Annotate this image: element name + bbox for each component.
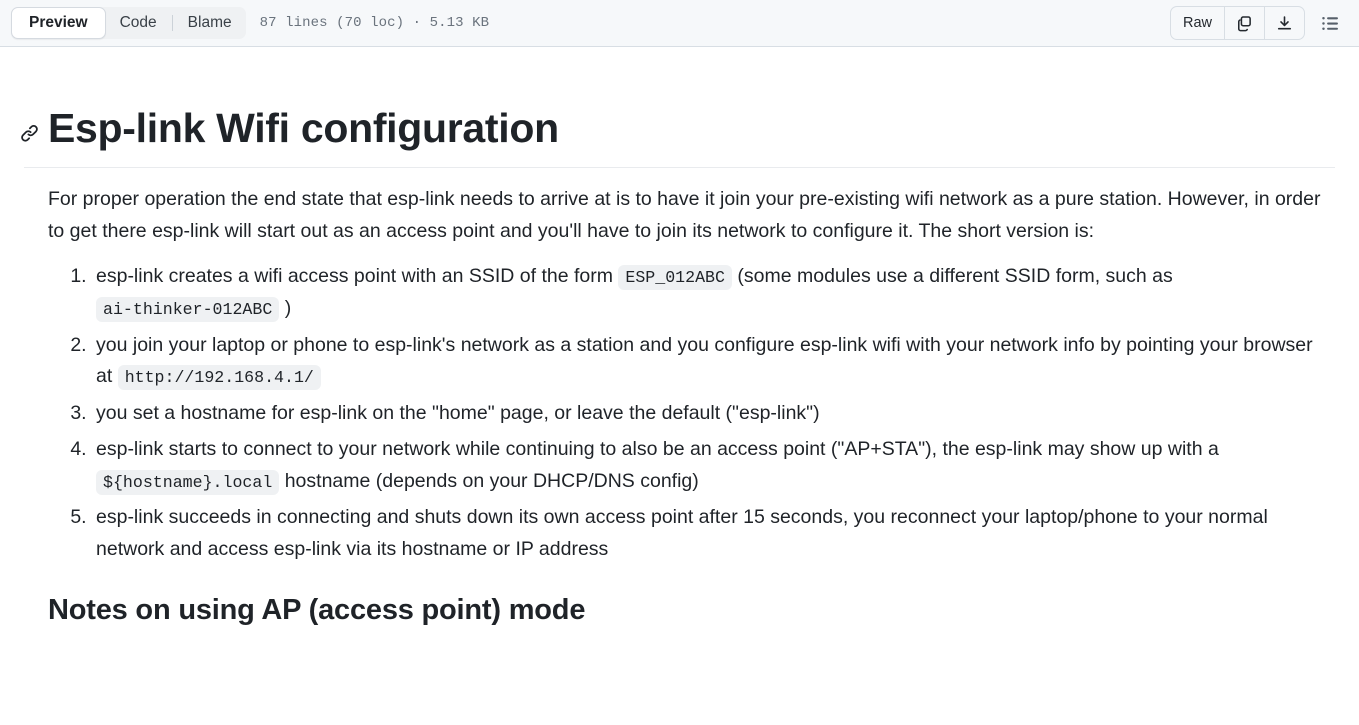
view-mode-segmented-control: Preview Code Blame (11, 7, 246, 39)
tab-blame[interactable]: Blame (174, 7, 246, 39)
download-icon (1276, 15, 1293, 32)
raw-button[interactable]: Raw (1171, 7, 1224, 39)
list-item: esp-link starts to connect to your netwo… (92, 434, 1327, 497)
outline-list-icon (1321, 14, 1340, 33)
markdown-preview-body: Esp-link Wifi configuration For proper o… (0, 103, 1359, 627)
tab-code[interactable]: Code (106, 7, 171, 39)
list-item: esp-link succeeds in connecting and shut… (92, 502, 1327, 565)
tab-code-label: Code (119, 14, 157, 31)
code-ssid-aithinker: ai-thinker-012ABC (96, 296, 280, 322)
tab-preview-label: Preview (29, 14, 88, 31)
raw-button-label: Raw (1182, 15, 1212, 31)
code-ssid-esp: ESP_012ABC (618, 265, 732, 291)
step-text-mid: (some modules use a different SSID form,… (731, 265, 1173, 288)
code-default-url: http://192.168.4.1/ (117, 365, 321, 391)
page-title: Esp-link Wifi configuration (20, 103, 1335, 169)
step-text-pre: you set a hostname for esp-link on the "… (96, 401, 820, 424)
step-text-pre: esp-link creates a wifi access point wit… (96, 265, 619, 288)
link-icon[interactable] (18, 122, 40, 144)
list-item: you join your laptop or phone to esp-lin… (92, 330, 1327, 393)
list-item: you set a hostname for esp-link on the "… (92, 398, 1327, 430)
download-raw-file-button[interactable] (1264, 7, 1304, 39)
code-hostname-local: ${hostname}.local (96, 469, 280, 495)
section-heading-ap-mode: Notes on using AP (access point) mode (48, 593, 586, 626)
file-actions-button-group: Raw (1169, 6, 1305, 40)
page-title-text: Esp-link Wifi configuration (48, 105, 559, 151)
toolbar-actions: Raw (1169, 6, 1347, 40)
intro-paragraph: For proper operation the end state that … (48, 188, 1321, 242)
copy-icon (1236, 15, 1253, 32)
steps-ordered-list: esp-link creates a wifi access point wit… (24, 261, 1335, 565)
copy-raw-contents-button[interactable] (1224, 7, 1264, 39)
file-toolbar: Preview Code Blame 87 lines (70 loc) · 5… (0, 0, 1359, 47)
tab-preview[interactable]: Preview (11, 7, 106, 39)
file-meta-text: 87 lines (70 loc) · 5.13 KB (259, 15, 490, 31)
step-text-pre: esp-link starts to connect to your netwo… (96, 438, 1219, 461)
step-text-post: ) (279, 296, 292, 319)
segmented-divider (171, 15, 173, 31)
symbols-outline-button[interactable] (1314, 7, 1347, 39)
step-text-mid: hostname (depends on your DHCP/DNS confi… (279, 469, 699, 492)
step-text-pre: esp-link succeeds in connecting and shut… (96, 506, 1268, 561)
tab-blame-label: Blame (187, 14, 232, 31)
list-item: esp-link creates a wifi access point wit… (92, 261, 1327, 324)
